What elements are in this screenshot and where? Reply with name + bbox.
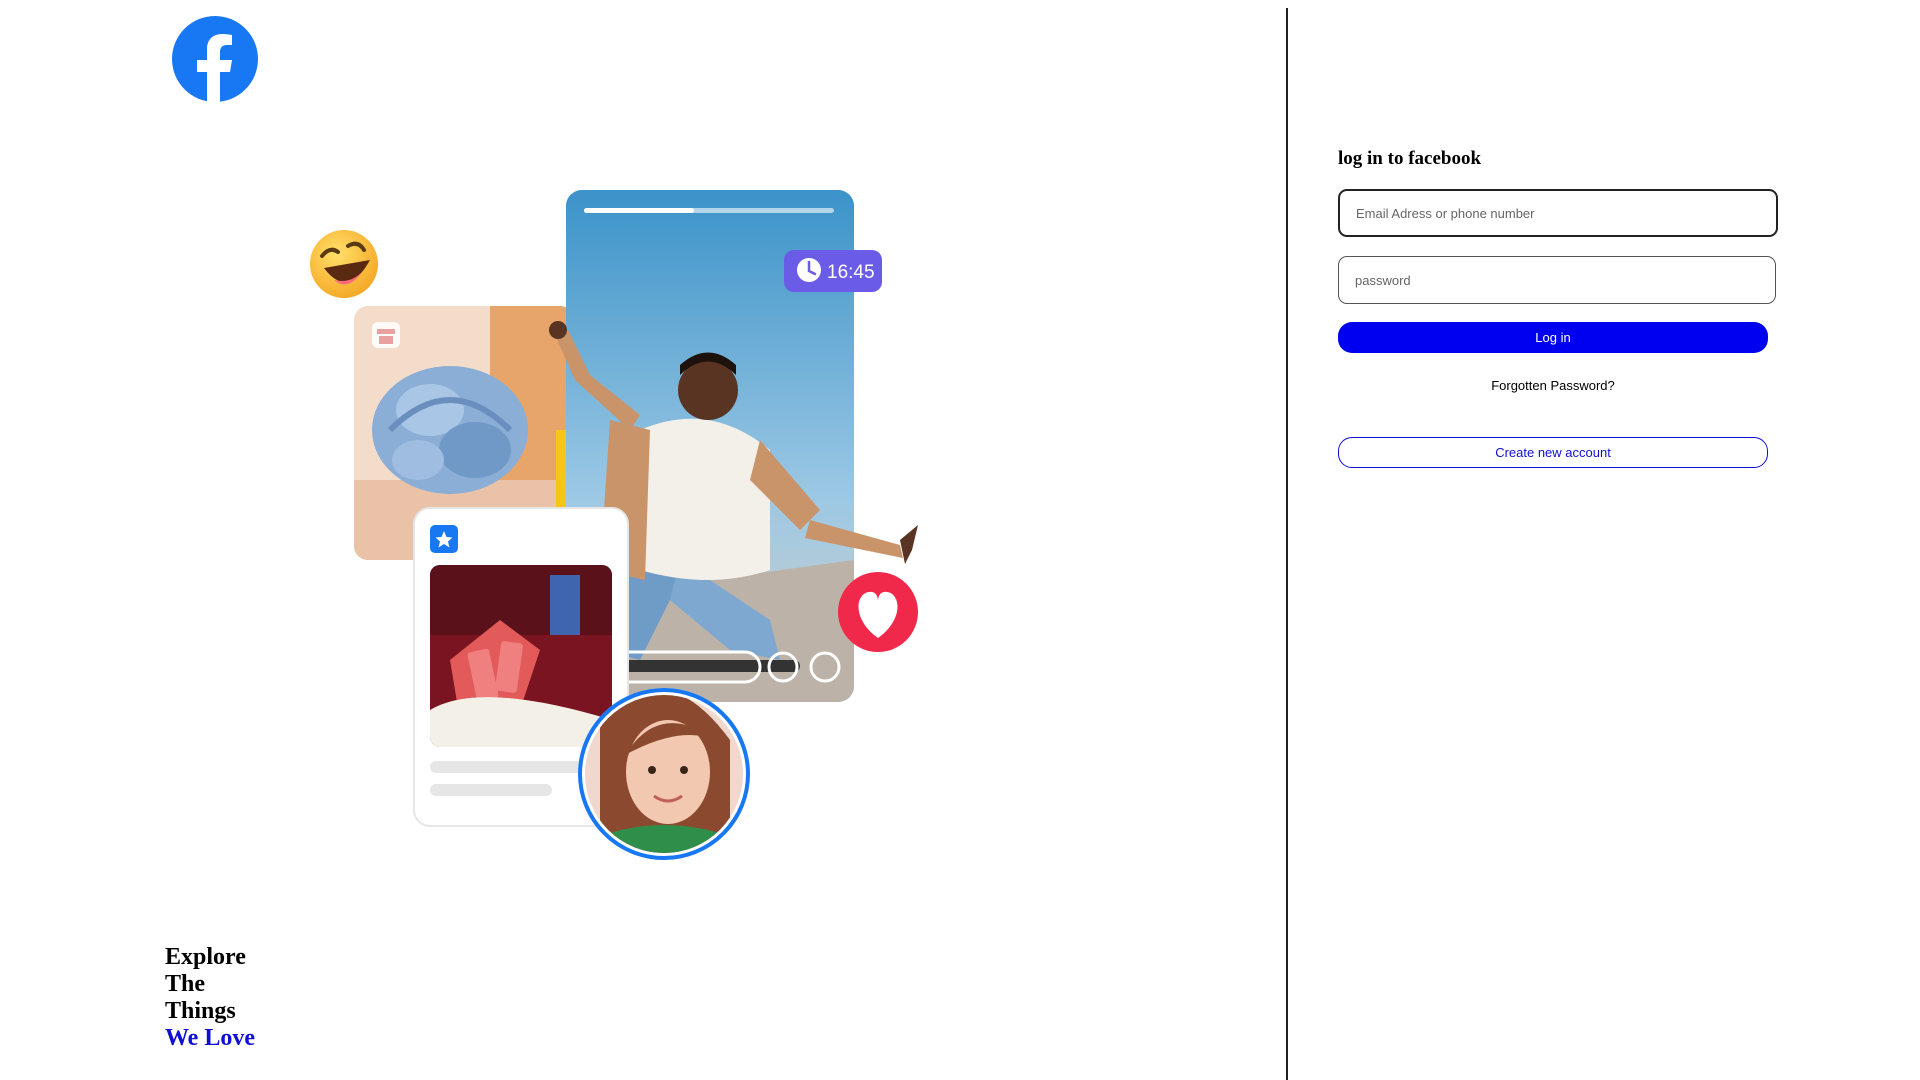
create-account-button[interactable]: Create new account (1338, 437, 1768, 468)
facebook-logo-icon[interactable] (172, 16, 258, 102)
tagline-line-2: The (165, 971, 206, 997)
login-page: 16:45 Explore The Things We Love log in … (0, 0, 1920, 1080)
tagline-line-1: Explore (165, 944, 246, 970)
divider (1286, 8, 1288, 1080)
bookmark-star-icon (430, 525, 458, 553)
avatar (578, 688, 750, 860)
hero-illustration: 16:45 (310, 190, 918, 860)
clock-icon (797, 258, 821, 282)
tagline-line-4: We Love (165, 1025, 255, 1051)
password-field[interactable] (1338, 256, 1776, 304)
shop-icon (372, 322, 400, 348)
email-field[interactable] (1338, 189, 1778, 237)
heart-icon (838, 572, 918, 652)
login-button[interactable]: Log in (1338, 322, 1768, 353)
forgot-password-link[interactable]: Forgotten Password? (1338, 378, 1768, 393)
tagline-line-3: Things (165, 998, 236, 1024)
time-badge-text: 16:45 (827, 262, 875, 283)
laughing-emoji-icon (310, 230, 378, 298)
login-title: log in to facebook (1338, 148, 1482, 169)
tagline: Explore The Things We Love (165, 944, 255, 1052)
time-badge: 16:45 (784, 250, 882, 292)
